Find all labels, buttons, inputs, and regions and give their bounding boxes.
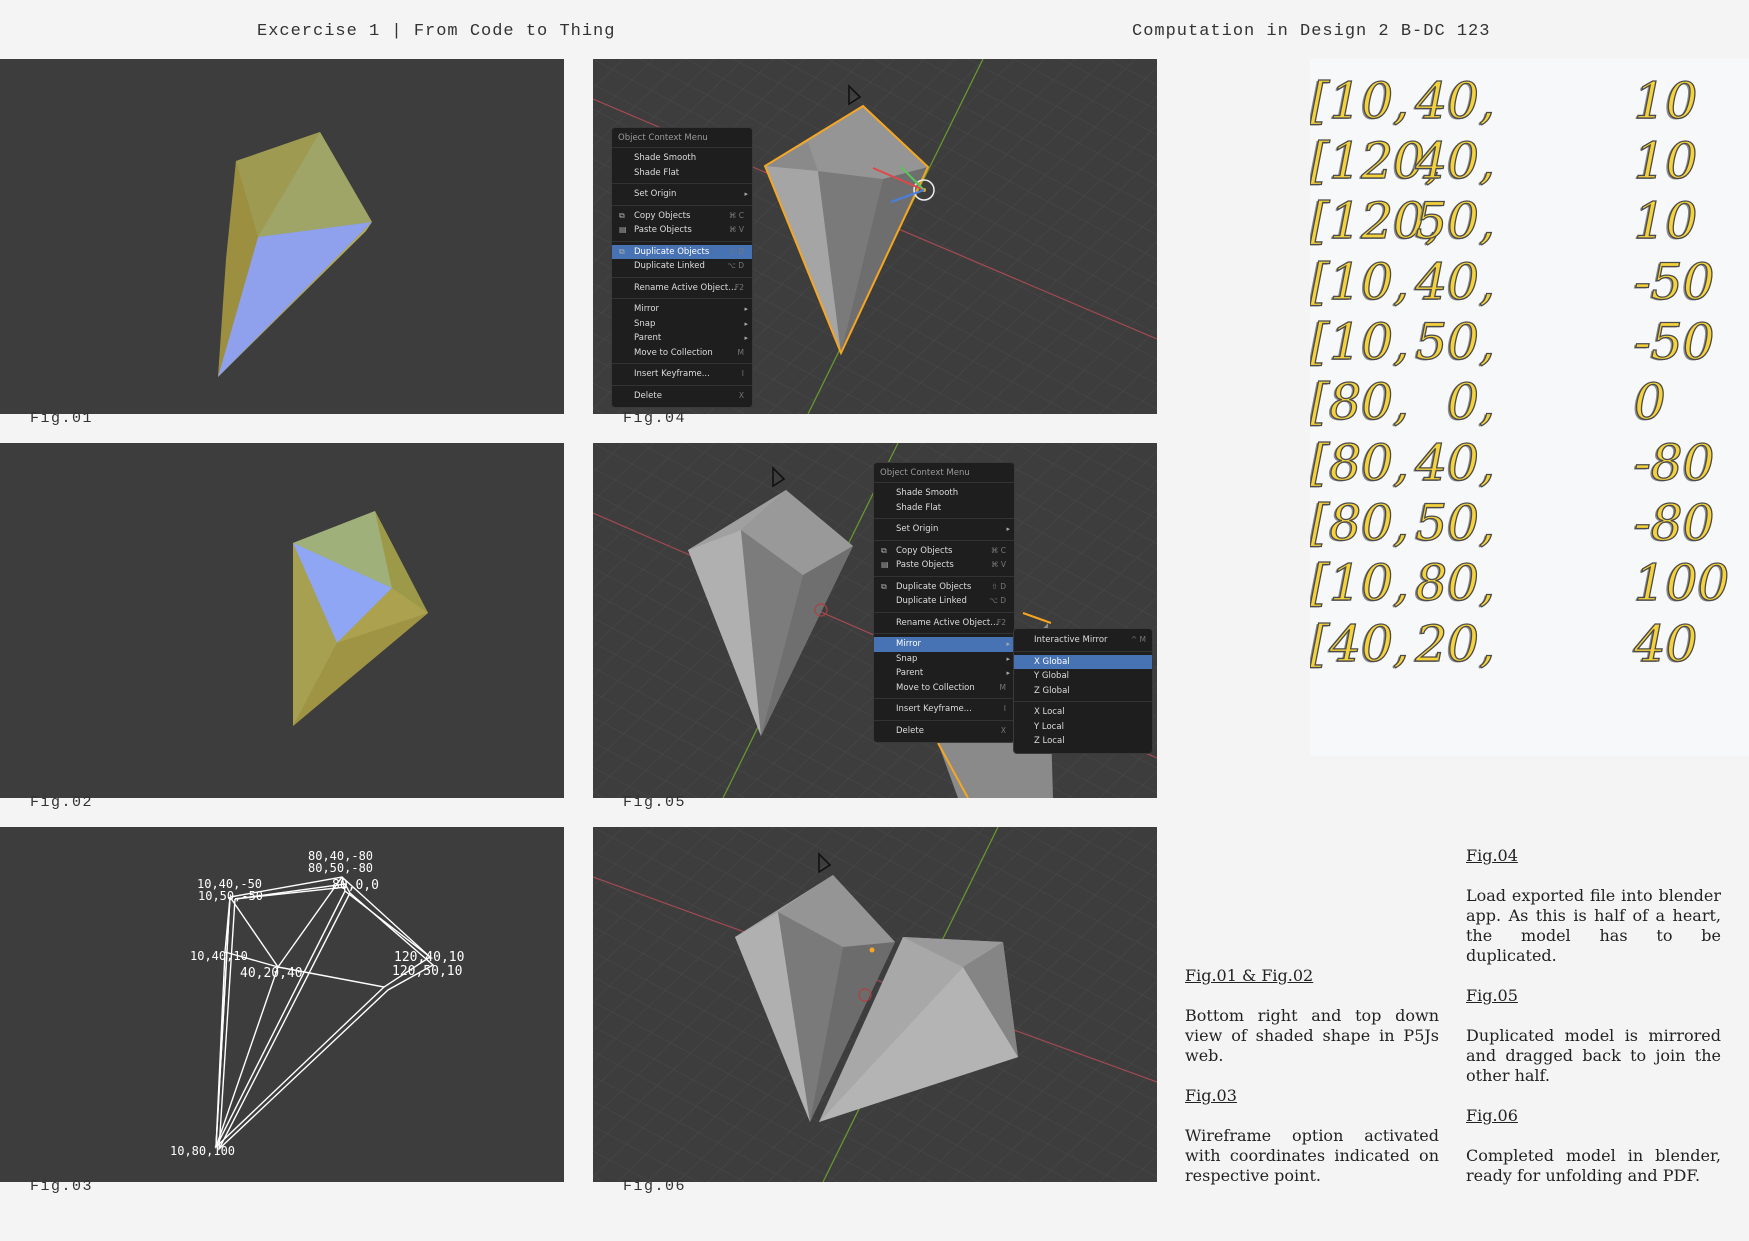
menu-set-origin[interactable]: Set Origin ▸ (874, 522, 1014, 537)
menu-delete[interactable]: Delete X (874, 724, 1014, 739)
fig06-blender-scene (593, 827, 1157, 1182)
menu-shade-smooth[interactable]: Shade Smooth (874, 486, 1014, 501)
submenu-interactive-mirror[interactable]: Interactive Mirror ^ M (1014, 633, 1152, 648)
coord-row: [80, 50, -80 (1310, 494, 1715, 552)
menu-set-origin[interactable]: Set Origin ▸ (612, 187, 752, 202)
submenu-y-local[interactable]: Y Local (1014, 720, 1152, 735)
note-heading: Fig.01 & Fig.02 (1185, 966, 1314, 985)
context-menu-title: Object Context Menu (612, 128, 752, 148)
menu-parent[interactable]: Parent ▸ (612, 331, 752, 346)
note-fig06: Fig.06 Completed model in blender, ready… (1466, 1106, 1721, 1186)
menu-paste-objects[interactable]: ▤ Paste Objects ⌘ V (874, 558, 1014, 573)
menu-insert-keyframe[interactable]: Insert Keyframe... I (874, 702, 1014, 717)
menu-duplicate-objects[interactable]: ⧉ Duplicate Objects ⇧ D (612, 244, 752, 259)
coord-row: [80, 0, 0 (1310, 373, 1666, 431)
wire-label-80-0-0: 80,0,0 (332, 878, 379, 893)
paste-icon: ▤ (881, 560, 889, 569)
coord-row: [120, 40, 10 (1310, 132, 1698, 190)
header-course-title: Computation in Design 2 B-DC 123 (1132, 22, 1491, 41)
menu-shade-flat[interactable]: Shade Flat (874, 501, 1014, 516)
vertex-coordinates-list: [10, 40, 10 [120, 40, 10 [120, 50, 10 [10, 40, -… (1310, 59, 1749, 756)
submenu-x-global[interactable]: X Global (1014, 654, 1152, 669)
fig01-shaded-shape (218, 132, 372, 377)
fig03-caption: Fig.03 (30, 1178, 94, 1195)
menu-rename-active-object[interactable]: Rename Active Object... F2 (874, 616, 1014, 631)
menu-insert-keyframe[interactable]: Insert Keyframe... I (612, 367, 752, 382)
fig02-shaded-shape (293, 511, 428, 726)
fig04-viewport: Object Context Menu Shade Smooth Shade F… (593, 59, 1157, 414)
note-fig03: Fig.03 Wireframe option activated with c… (1185, 1086, 1439, 1186)
menu-mirror[interactable]: Mirror ▸ (874, 637, 1014, 652)
menu-paste-objects[interactable]: ▤ Paste Objects ⌘ V (612, 223, 752, 238)
fig01-viewport (0, 59, 564, 414)
coord-row: [10, 40, -50 (1310, 253, 1715, 311)
submenu-z-global[interactable]: Z Global (1014, 684, 1152, 699)
fig05-caption: Fig.05 (623, 794, 687, 811)
fig03-viewport: 80,40,-80 80,50,-80 10,40,-50 10,50,-50 … (0, 827, 564, 1182)
fig06-viewport (593, 827, 1157, 1182)
paste-icon: ▤ (619, 225, 627, 234)
coord-row: [80, 40, -80 (1310, 434, 1715, 492)
wire-label-40-20-40: 40,20,40 (240, 966, 303, 981)
fig05-mirror-submenu[interactable]: Interactive Mirror ^ M X Global Y Global … (1013, 628, 1153, 754)
fig05-viewport: Object Context Menu Shade Smooth Shade F… (593, 443, 1157, 798)
fig02-viewport (0, 443, 564, 798)
note-heading: Fig.03 (1185, 1086, 1237, 1105)
menu-copy-objects[interactable]: ⧉ Copy Objects ⌘ C (874, 544, 1014, 559)
wire-label-10-50-m50: 10,50,-50 (198, 889, 263, 903)
menu-snap[interactable]: Snap ▸ (874, 652, 1014, 667)
coord-row: [10, 50, -50 (1310, 313, 1715, 371)
menu-parent[interactable]: Parent ▸ (874, 666, 1014, 681)
note-body: Duplicated model is mirrored and dragged… (1466, 1026, 1721, 1085)
copy-icon: ⧉ (881, 545, 887, 555)
wire-label-10-80-100: 10,80,100 (170, 1144, 235, 1158)
menu-copy-objects[interactable]: ⧉ Copy Objects ⌘ C (612, 209, 752, 224)
wire-label-80-50-m80: 80,50,-80 (308, 861, 373, 875)
wire-label-120-50-10: 120,50,10 (392, 964, 462, 979)
note-fig05: Fig.05 Duplicated model is mirrored and … (1466, 986, 1721, 1086)
fig01-caption: Fig.01 (30, 410, 94, 427)
note-fig01-fig02: Fig.01 & Fig.02 Bottom right and top dow… (1185, 966, 1439, 1066)
fig05-object-context-menu[interactable]: Object Context Menu Shade Smooth Shade F… (873, 462, 1015, 743)
menu-duplicate-linked[interactable]: Duplicate Linked ⌥ D (612, 259, 752, 274)
note-heading: Fig.06 (1466, 1106, 1518, 1125)
note-body: Wireframe option activated with coordina… (1185, 1126, 1439, 1185)
coord-row: [10, 40, 10 (1310, 72, 1698, 130)
wire-label-10-40-10: 10,40,10 (190, 949, 248, 963)
note-body: Completed model in blender, ready for un… (1466, 1146, 1721, 1185)
submenu-x-local[interactable]: X Local (1014, 705, 1152, 720)
fig03-wireframe: 80,40,-80 80,50,-80 10,40,-50 10,50,-50 … (170, 849, 464, 1158)
wire-label-120-40-10: 120,40,10 (394, 950, 464, 965)
submenu-z-local[interactable]: Z Local (1014, 734, 1152, 749)
duplicate-icon: ⧉ (881, 581, 887, 591)
header-course-exercise: Excercise 1 | From Code to Thing (257, 22, 616, 41)
menu-duplicate-objects[interactable]: ⧉ Duplicate Objects ⇧ D (874, 580, 1014, 595)
context-menu-title: Object Context Menu (874, 463, 1014, 483)
coord-row: [120, 50, 10 (1310, 192, 1698, 250)
fig04-caption: Fig.04 (623, 410, 687, 427)
menu-shade-flat[interactable]: Shade Flat (612, 166, 752, 181)
menu-snap[interactable]: Snap ▸ (612, 317, 752, 332)
fig06-caption: Fig.06 (623, 1178, 687, 1195)
note-heading: Fig.05 (1466, 986, 1518, 1005)
menu-move-to-collection[interactable]: Move to Collection M (612, 346, 752, 361)
submenu-y-global[interactable]: Y Global (1014, 669, 1152, 684)
copy-icon: ⧉ (619, 210, 625, 220)
note-fig04: Fig.04 Load exported file into blender a… (1466, 846, 1721, 966)
duplicate-icon: ⧉ (619, 246, 625, 256)
menu-shade-smooth[interactable]: Shade Smooth (612, 151, 752, 166)
note-body: Load exported file into blender app. As … (1466, 886, 1721, 965)
coord-row: [40, 20, 40 (1310, 615, 1698, 673)
menu-rename-active-object[interactable]: Rename Active Object... F2 (612, 281, 752, 296)
fig02-caption: Fig.02 (30, 794, 94, 811)
menu-duplicate-linked[interactable]: Duplicate Linked ⌥ D (874, 594, 1014, 609)
submenu-arrow-icon: ▸ (744, 190, 748, 198)
note-body: Bottom right and top down view of shaded… (1185, 1006, 1439, 1065)
menu-mirror[interactable]: Mirror ▸ (612, 302, 752, 317)
note-heading: Fig.04 (1466, 846, 1518, 865)
menu-delete[interactable]: Delete X (612, 389, 752, 404)
fig04-object-context-menu[interactable]: Object Context Menu Shade Smooth Shade F… (611, 127, 753, 408)
menu-move-to-collection[interactable]: Move to Collection M (874, 681, 1014, 696)
coord-row: [10, 80, 100 (1310, 554, 1730, 612)
